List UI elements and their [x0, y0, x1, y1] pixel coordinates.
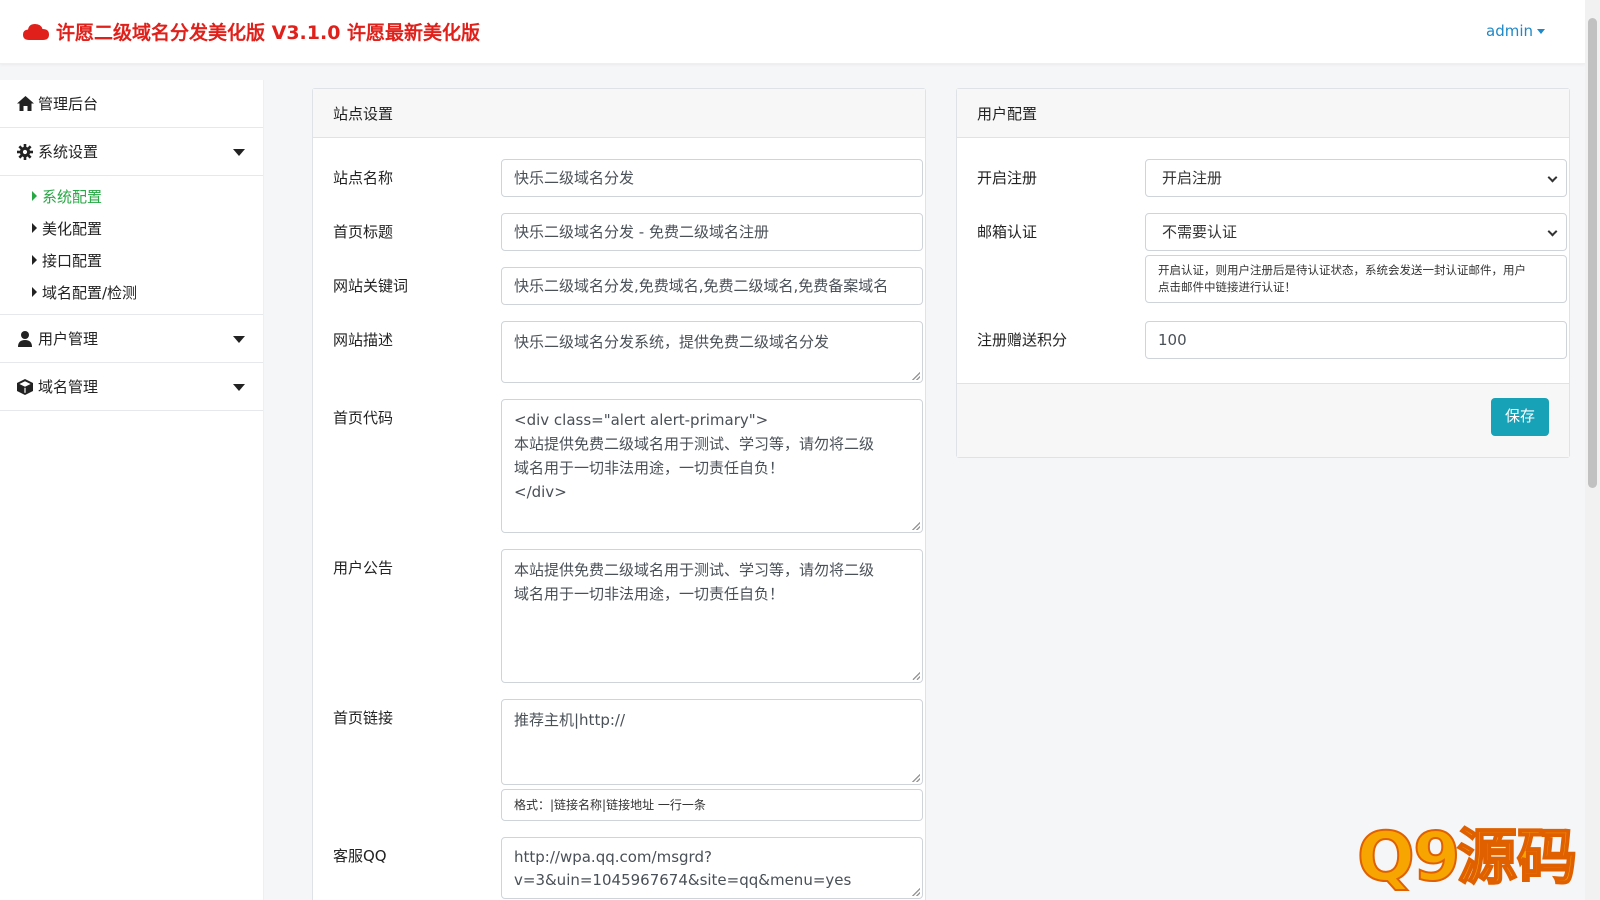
svg-text:9: 9: [1413, 818, 1460, 897]
user-config-panel: 用户配置 开启注册 开启注册 邮箱认证 不需要认证 开启认证，则用户注册后是待认…: [956, 88, 1570, 458]
system-submenu: 系统配置 美化配置 接口配置 域名配置/检测: [0, 176, 263, 315]
caret-right-icon: [32, 255, 37, 265]
email-verify-select[interactable]: 不需要认证: [1145, 213, 1567, 251]
admin-username: admin: [1486, 22, 1533, 40]
field-label: 首页链接: [333, 709, 394, 727]
watermark-logo: Q 9 源码: [1356, 817, 1578, 898]
sidebar-item-system[interactable]: 系统设置: [0, 128, 263, 176]
submenu-label: 接口配置: [42, 251, 103, 270]
sidebar-item-users[interactable]: 用户管理: [0, 315, 263, 363]
home-links-textarea[interactable]: 推荐主机|http://: [501, 699, 923, 785]
submenu-label: 系统配置: [42, 187, 103, 206]
note-line: 点击邮件中链接进行认证！: [1158, 280, 1296, 294]
svg-text:Q: Q: [1357, 818, 1415, 897]
cube-icon: [16, 378, 34, 396]
home-code-textarea[interactable]: <div class="alert alert-primary"> 本站提供免费…: [501, 399, 923, 533]
caret-right-icon: [32, 287, 37, 297]
sidebar: 管理后台 系统设置 系统配置 美化配置 接口配置 域名配置/检测 用户管理 域名…: [0, 80, 264, 900]
caret-right-icon: [32, 191, 37, 201]
keywords-input[interactable]: 快乐二级域名分发,免费域名,免费二级域名,免费备案域名: [501, 267, 923, 305]
field-label: 网站关键词: [333, 277, 409, 295]
caret-down-icon: [233, 149, 245, 156]
site-title: 许愿二级域名分发美化版 V3.1.0 许愿最新美化版: [56, 22, 481, 44]
register-select[interactable]: 开启注册: [1145, 159, 1567, 197]
submenu-label: 域名配置/检测: [42, 283, 138, 302]
field-label: 客服QQ: [333, 847, 387, 865]
site-name-input[interactable]: 快乐二级域名分发: [501, 159, 923, 197]
field-label: 首页标题: [333, 223, 394, 241]
submenu-domain-config[interactable]: 域名配置/检测: [0, 276, 263, 308]
home-title-input[interactable]: 快乐二级域名分发 - 免费二级域名注册: [501, 213, 923, 251]
panel-title: 用户配置: [957, 89, 1569, 138]
sidebar-item-label: 系统设置: [38, 143, 99, 161]
sidebar-item-label: 用户管理: [38, 330, 99, 348]
resize-handle-icon[interactable]: [912, 672, 920, 680]
bonus-points-input[interactable]: 100: [1145, 321, 1567, 359]
textarea-line: 域名用于一切非法用途，一切责任自负！: [514, 459, 785, 477]
caret-down-icon: [233, 336, 245, 343]
gear-icon: [16, 143, 34, 161]
submenu-system-config[interactable]: 系统配置: [0, 180, 263, 212]
panel-footer: 保存: [957, 383, 1569, 457]
top-navbar: 许愿二级域名分发美化版 V3.1.0 许愿最新美化版 admin: [0, 0, 1585, 64]
textarea-line: 快乐二级域名分发系统，提供免费二级域名分发: [514, 333, 830, 351]
home-icon: [16, 95, 34, 113]
field-label: 站点名称: [333, 169, 394, 187]
chevron-down-icon: [1547, 172, 1558, 183]
textarea-line: 推荐主机|http://: [514, 711, 626, 729]
textarea-line: v=3&uin=1045967674&site=qq&menu=yes: [514, 871, 852, 889]
notice-textarea[interactable]: 本站提供免费二级域名用于测试、学习等，请勿将二级 域名用于一切非法用途，一切责任…: [501, 549, 923, 683]
note-line: 开启认证，则用户注册后是待认证状态，系统会发送一封认证邮件，用户: [1158, 263, 1526, 277]
field-label: 邮箱认证: [977, 223, 1038, 241]
field-label: 注册赠送积分: [977, 331, 1068, 349]
caret-down-icon: [233, 384, 245, 391]
email-verify-note: 开启认证，则用户注册后是待认证状态，系统会发送一封认证邮件，用户 点击邮件中链接…: [1145, 255, 1567, 303]
chevron-down-icon: [1547, 226, 1558, 237]
textarea-line: </div>: [514, 483, 567, 501]
brand[interactable]: 许愿二级域名分发美化版 V3.1.0 许愿最新美化版: [22, 18, 480, 45]
field-label: 用户公告: [333, 559, 394, 577]
svg-text:源码: 源码: [1457, 823, 1577, 893]
caret-right-icon: [32, 223, 37, 233]
submenu-label: 美化配置: [42, 219, 103, 238]
user-icon: [16, 330, 34, 348]
page-scrollbar[interactable]: [1585, 0, 1600, 900]
sidebar-item-domains[interactable]: 域名管理: [0, 363, 263, 411]
sidebar-item-dashboard[interactable]: 管理后台: [0, 80, 263, 128]
description-textarea[interactable]: 快乐二级域名分发系统，提供免费二级域名分发: [501, 321, 923, 383]
cloud-icon: [23, 23, 49, 40]
caret-down-icon: [1537, 29, 1545, 34]
submenu-theme-config[interactable]: 美化配置: [0, 212, 263, 244]
resize-handle-icon[interactable]: [912, 522, 920, 530]
panel-title: 站点设置: [313, 89, 925, 138]
field-label: 首页代码: [333, 409, 394, 427]
resize-handle-icon[interactable]: [912, 372, 920, 380]
sidebar-item-label: 管理后台: [38, 95, 99, 113]
field-label: 开启注册: [977, 169, 1038, 187]
admin-menu[interactable]: admin: [1486, 22, 1545, 40]
save-button[interactable]: 保存: [1491, 398, 1549, 436]
home-links-hint: 格式：|链接名称|链接地址 一行一条: [501, 789, 923, 821]
resize-handle-icon[interactable]: [912, 888, 920, 896]
textarea-line: 本站提供免费二级域名用于测试、学习等，请勿将二级: [514, 561, 875, 579]
scrollbar-thumb[interactable]: [1588, 18, 1597, 488]
textarea-line: <div class="alert alert-primary">: [514, 411, 769, 429]
select-value: 不需要认证: [1162, 223, 1238, 241]
textarea-line: 域名用于一切非法用途，一切责任自负！: [514, 585, 785, 603]
site-settings-panel: 站点设置 站点名称 快乐二级域名分发 首页标题 快乐二级域名分发 - 免费二级域…: [312, 88, 926, 900]
qq-textarea[interactable]: http://wpa.qq.com/msgrd? v=3&uin=1045967…: [501, 837, 923, 899]
field-label: 网站描述: [333, 331, 394, 349]
textarea-line: 本站提供免费二级域名用于测试、学习等，请勿将二级: [514, 435, 875, 453]
submenu-api-config[interactable]: 接口配置: [0, 244, 263, 276]
sidebar-item-label: 域名管理: [38, 378, 99, 396]
resize-handle-icon[interactable]: [912, 774, 920, 782]
select-value: 开启注册: [1162, 169, 1223, 187]
textarea-line: http://wpa.qq.com/msgrd?: [514, 848, 712, 866]
